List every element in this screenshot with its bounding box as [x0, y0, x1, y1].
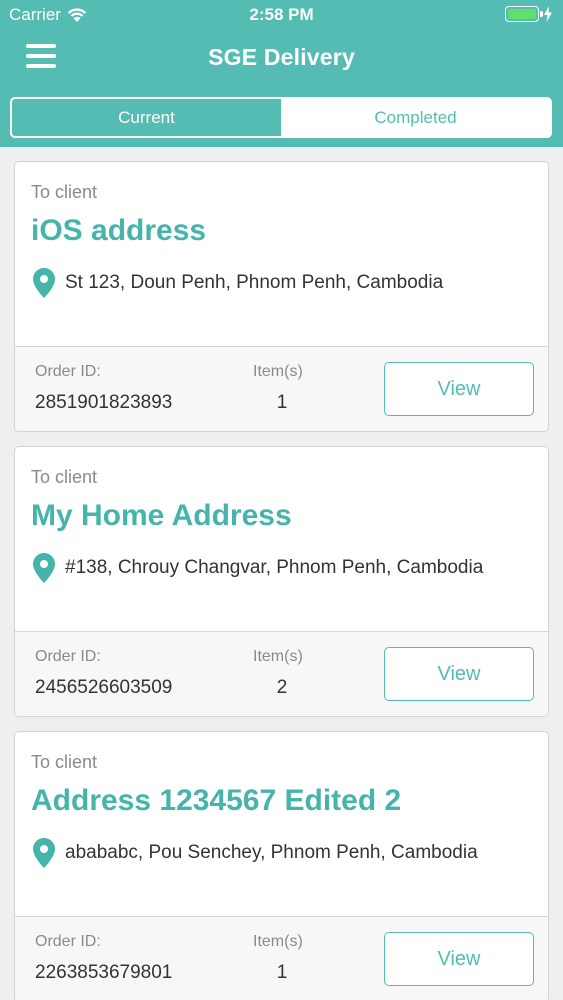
tab-completed[interactable]: Completed — [281, 99, 550, 136]
view-order-button[interactable]: View — [384, 362, 534, 416]
order-card: To client iOS address St 123, Doun Penh,… — [14, 161, 549, 432]
order-id-value: 2851901823893 — [35, 392, 173, 413]
location-pin-icon — [33, 268, 55, 298]
order-status-tabs: Current Completed — [10, 97, 552, 138]
view-order-button[interactable]: View — [384, 647, 534, 701]
status-bar: Carrier 2:58 PM — [0, 0, 563, 30]
tab-current[interactable]: Current — [12, 99, 281, 136]
address-text: #138, Chrouy Changvar, Phnom Penh, Cambo… — [65, 557, 484, 578]
address-row: #138, Chrouy Changvar, Phnom Penh, Cambo… — [33, 553, 483, 583]
address-text: St 123, Doun Penh, Phnom Penh, Cambodia — [65, 272, 444, 293]
client-address-name: iOS address — [31, 214, 207, 247]
order-footer: Order ID: 2456526603509 Item(s) 2 View — [15, 631, 548, 716]
order-id-label: Order ID: — [35, 933, 101, 950]
order-id-label: Order ID: — [35, 648, 101, 665]
order-id-value: 2456526603509 — [35, 677, 173, 698]
address-text: abababc, Pou Senchey, Phnom Penh, Cambod… — [65, 842, 478, 863]
location-pin-icon — [33, 838, 55, 868]
order-footer: Order ID: 2851901823893 Item(s) 1 View — [15, 346, 548, 431]
navbar: SGE Delivery — [0, 30, 563, 86]
client-address-name: Address 1234567 Edited 2 — [31, 784, 402, 817]
client-address-name: My Home Address — [31, 499, 292, 532]
address-row: St 123, Doun Penh, Phnom Penh, Cambodia — [33, 268, 443, 298]
view-order-button[interactable]: View — [384, 932, 534, 986]
order-id-label: Order ID: — [35, 363, 101, 380]
order-card: To client Address 1234567 Edited 2 ababa… — [14, 731, 549, 1000]
order-card: To client My Home Address #138, Chrouy C… — [14, 446, 549, 717]
app-header: Carrier 2:58 PM SGE Delivery Current Com… — [0, 0, 563, 147]
items-label: Item(s) — [253, 363, 303, 380]
items-label: Item(s) — [253, 933, 303, 950]
battery-indicator — [505, 6, 553, 22]
items-count: 1 — [276, 392, 288, 413]
status-time: 2:58 PM — [249, 5, 314, 24]
items-count: 2 — [276, 677, 288, 698]
order-footer: Order ID: 2263853679801 Item(s) 1 View — [15, 916, 548, 1000]
items-label: Item(s) — [253, 648, 303, 665]
items-count: 1 — [276, 962, 288, 983]
order-id-value: 2263853679801 — [35, 962, 173, 983]
to-client-label: To client — [31, 182, 98, 202]
battery-icon — [505, 6, 543, 22]
location-pin-icon — [33, 553, 55, 583]
address-row: abababc, Pou Senchey, Phnom Penh, Cambod… — [33, 838, 478, 868]
page-title: SGE Delivery — [208, 44, 355, 70]
charging-bolt-icon — [544, 6, 552, 22]
to-client-label: To client — [31, 467, 98, 487]
to-client-label: To client — [31, 752, 98, 772]
